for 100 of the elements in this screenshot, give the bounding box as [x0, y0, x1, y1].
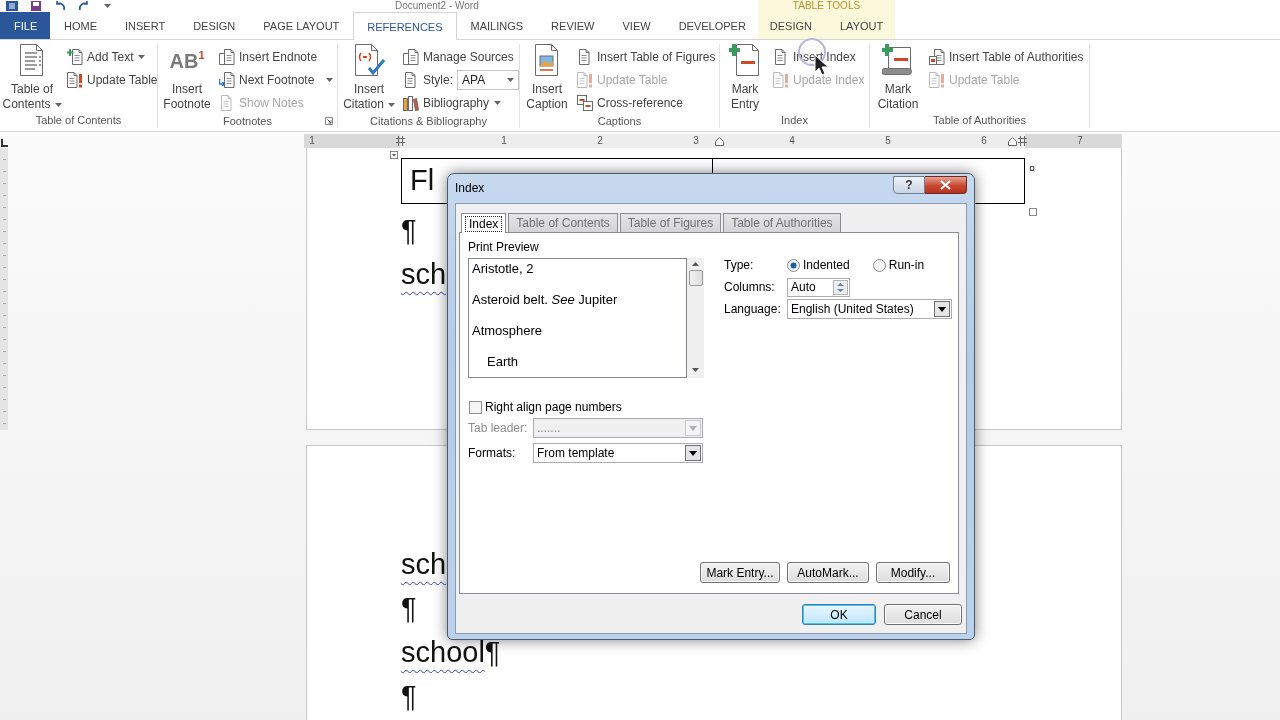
caret-icon [138, 54, 146, 59]
checkbox-option[interactable]: Right align page numbers [469, 400, 622, 414]
ribbon-button[interactable]: Next Footnote [216, 68, 337, 91]
table-resize-handle-icon[interactable] [1029, 208, 1037, 216]
radio-icon[interactable] [872, 258, 886, 272]
ribbon-tab[interactable]: DESIGN [179, 12, 250, 39]
group-label: Index [781, 114, 808, 126]
overlapping-boxes-icon [577, 94, 593, 111]
document-exclamation-icon [577, 71, 593, 88]
caret-icon [494, 100, 502, 105]
radio-icon[interactable] [787, 258, 800, 272]
scroll-up-icon[interactable] [692, 262, 699, 266]
ribbon-button[interactable]: Manage Sources [400, 45, 522, 68]
dialog-button[interactable]: Cancel [884, 604, 962, 625]
dialog-button[interactable]: Mark Entry... [700, 562, 780, 583]
ruler-number: 5 [885, 135, 891, 147]
ribbon-large-button[interactable]: Insert Citation [340, 42, 398, 112]
dialog-button[interactable]: AutoMark... [787, 562, 869, 583]
checkbox-icon[interactable] [469, 400, 482, 414]
save-icon[interactable] [30, 1, 42, 11]
ribbon-button[interactable]: Update Table [64, 68, 161, 91]
document-exclamation-icon [929, 71, 945, 88]
row-end-mark: ¤ [1029, 162, 1036, 174]
ribbon-tab[interactable]: VIEW [608, 12, 665, 39]
formats-select[interactable]: From template [533, 443, 703, 463]
close-button[interactable] [925, 176, 967, 194]
ribbon-large-button[interactable]: AB$^{1}$ Insert Footnote [160, 42, 214, 112]
document-exclamation-icon [773, 71, 789, 88]
ribbon-button[interactable]: Insert Table of Figures [574, 45, 719, 68]
ribbon-button[interactable]: Bibliography [400, 91, 522, 114]
ribbon-button[interactable]: Insert Table of Authorities [926, 45, 1087, 68]
indent-marker-icon[interactable] [715, 136, 724, 146]
help-button[interactable]: ? [893, 176, 925, 194]
field-label: Type: [724, 257, 754, 273]
close-icon [940, 180, 951, 190]
column-marker-icon[interactable] [1018, 136, 1027, 146]
field-label: Tab leader: [468, 420, 528, 436]
scroll-down-icon[interactable] [692, 368, 699, 372]
scrollbar[interactable] [687, 258, 704, 378]
preview-label: Print Preview [468, 240, 539, 255]
field-label: Formats: [468, 445, 516, 461]
undo-icon[interactable] [54, 1, 66, 11]
scrollbar-thumb[interactable] [688, 270, 703, 286]
dialog-launcher-icon[interactable] [325, 117, 333, 125]
ribbon-large-button[interactable]: Mark Entry [722, 42, 768, 112]
table-move-handle-icon[interactable] [390, 151, 398, 159]
dialog-button[interactable]: OK [802, 604, 876, 625]
document-lines-icon [403, 71, 419, 88]
ribbon-button[interactable]: Cross-reference [574, 91, 719, 114]
ribbon-tab[interactable]: REFERENCES [353, 12, 457, 40]
dialog-tab[interactable]: Table of Authorities [723, 213, 841, 232]
index-entry: Aristotle, 2 [472, 260, 534, 278]
ribbon-tab[interactable]: MAILINGS [456, 12, 538, 39]
dialog-button[interactable]: Modify... [876, 562, 950, 583]
ruler-number: 1 [309, 135, 315, 147]
ribbon-tab[interactable]: LAYOUT [826, 12, 898, 39]
index-entry: Atmosphere [472, 322, 543, 340]
ribbon-large-button[interactable]: Table of Contents [2, 42, 62, 112]
redo-icon[interactable] [78, 1, 90, 11]
ruler-number: 3 [693, 135, 699, 147]
document-text: school [401, 635, 485, 669]
tab-stop-icon[interactable] [0, 138, 9, 148]
caret-icon [326, 77, 334, 82]
dialog-tab[interactable]: Index [461, 213, 507, 233]
stacked-pages-icon [403, 48, 419, 65]
document-exclamation-icon [67, 71, 83, 88]
ribbon-tab[interactable]: INSERT [111, 12, 180, 39]
paragraph-mark: ¶ [401, 213, 417, 247]
spin-arrows-icon[interactable] [833, 279, 848, 295]
ribbon-tab[interactable]: HOME [50, 12, 111, 39]
dialog-tab[interactable]: Table of Figures [619, 213, 722, 232]
ribbon-tab[interactable]: REVIEW [537, 12, 609, 39]
indent-marker-icon[interactable] [1008, 136, 1017, 146]
app-logo-icon[interactable] [6, 1, 18, 11]
document-text: sch [401, 257, 447, 291]
books-icon [403, 94, 419, 111]
caret-icon[interactable] [104, 4, 111, 8]
language-select[interactable]: English (United States) [787, 299, 952, 319]
group-label: Citations & Bibliography [370, 115, 487, 127]
ribbon-tab[interactable]: PAGE LAYOUT [249, 12, 354, 39]
group-label: Captions [597, 115, 642, 127]
style-select[interactable]: APA [457, 69, 519, 90]
ribbon-large-button[interactable]: Mark Citation [872, 42, 924, 112]
radio-option[interactable]: Indented [787, 258, 850, 272]
spin-field[interactable]: Auto [787, 277, 850, 297]
field-label: Columns: [724, 279, 775, 295]
dialog-tab[interactable]: Table of Contents [508, 213, 618, 232]
ribbon-button[interactable]: Insert Endnote [216, 45, 337, 68]
ruler-number: 4 [789, 135, 795, 147]
ruler-number: 1 [501, 135, 507, 147]
ribbon-large-button[interactable]: Insert Caption [522, 42, 572, 112]
column-marker-icon[interactable] [396, 136, 405, 146]
ribbon-button[interactable]: Add Text [64, 45, 161, 68]
radio-option[interactable]: Run-in [872, 258, 925, 272]
caret-icon [54, 102, 62, 107]
style-label: Style: [423, 72, 453, 87]
ribbon-tab[interactable]: FILE [0, 12, 50, 39]
window-title: Document2 - Word [395, 0, 480, 12]
caret-icon [387, 102, 395, 107]
ruler-number: 7 [1077, 135, 1083, 147]
